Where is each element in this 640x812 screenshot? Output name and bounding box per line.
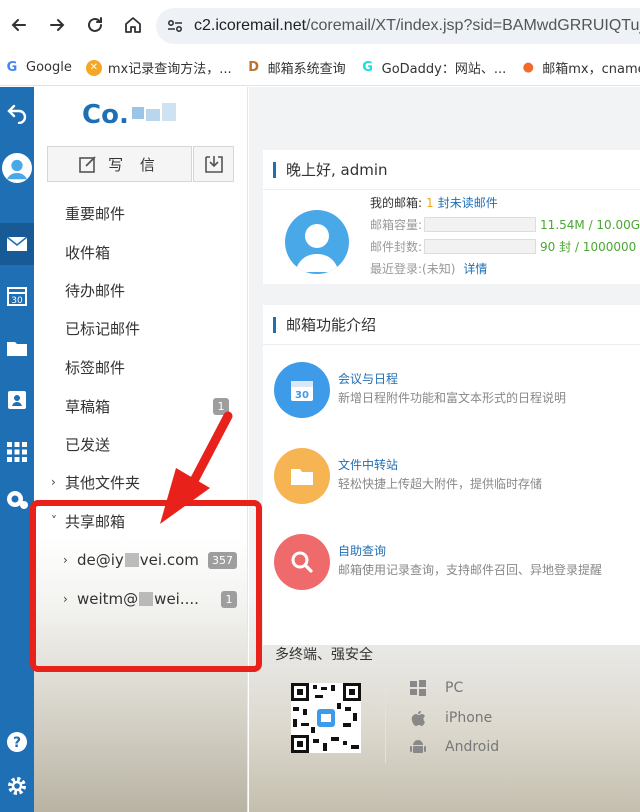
folder-drafts[interactable]: 草稿箱 1 bbox=[65, 391, 235, 421]
bookmarks-bar: G Google ✕ mx记录查询方法，... D 邮箱系统查询 G GoDad… bbox=[0, 50, 640, 86]
features-title: 邮箱功能介绍 bbox=[263, 305, 640, 345]
folder-sent[interactable]: 已发送 bbox=[65, 429, 235, 459]
rail-help[interactable]: ? bbox=[0, 721, 34, 763]
apple-icon bbox=[411, 711, 425, 726]
folder-important[interactable]: 重要邮件 bbox=[65, 198, 235, 228]
my-mailbox-line: 我的邮箱: 1 封未读邮件 bbox=[370, 194, 498, 211]
reload-icon bbox=[88, 17, 102, 32]
folder-icon bbox=[274, 448, 330, 504]
count-line: 邮件封数: 90 封 / 1000000 bbox=[370, 239, 637, 254]
last-login-line: 最近登录: (未知) 详情 bbox=[370, 260, 488, 277]
android-icon bbox=[410, 740, 426, 753]
back-button[interactable] bbox=[0, 6, 38, 44]
rail-back[interactable] bbox=[0, 91, 34, 133]
annotation-highlight-box bbox=[30, 500, 262, 672]
download-icon bbox=[204, 156, 223, 173]
count-bar bbox=[424, 239, 537, 254]
bookmark-mx[interactable]: ✕ mx记录查询方法，... bbox=[85, 58, 232, 77]
platform-pc[interactable]: PC bbox=[409, 679, 463, 697]
multi-terminal-title: 多终端、强安全 bbox=[275, 647, 373, 663]
folder-tags[interactable]: 标签邮件 bbox=[65, 352, 235, 382]
folder-todo[interactable]: 待办邮件 bbox=[65, 275, 235, 305]
platform-android[interactable]: Android bbox=[409, 738, 499, 756]
unread-count: 1 bbox=[426, 195, 434, 210]
rail-contacts[interactable] bbox=[0, 379, 34, 421]
svg-text:30: 30 bbox=[11, 296, 23, 306]
calendar-icon: 30 bbox=[274, 362, 330, 418]
feature-file-transfer[interactable]: 文件中转站 轻松快捷上传超大附件，提供临时存储 bbox=[274, 448, 624, 508]
chat-icon bbox=[7, 491, 28, 509]
calendar-icon: 30 bbox=[7, 287, 27, 306]
greeting-title: 晚上好, admin bbox=[263, 150, 640, 190]
google-icon: G bbox=[6, 60, 18, 75]
rail-calendar[interactable]: 30 bbox=[0, 275, 34, 317]
mail-icon bbox=[6, 236, 28, 251]
svg-text:30: 30 bbox=[295, 390, 309, 401]
rail-avatar[interactable] bbox=[0, 145, 34, 191]
windows-icon bbox=[410, 680, 426, 696]
divider bbox=[385, 677, 386, 763]
reload-button[interactable] bbox=[76, 6, 114, 44]
help-icon: ? bbox=[7, 732, 27, 752]
folder-flagged[interactable]: 已标记邮件 bbox=[65, 313, 235, 343]
rail-apps[interactable] bbox=[0, 431, 34, 473]
qr-code[interactable] bbox=[291, 683, 361, 753]
rail-settings[interactable] bbox=[0, 765, 34, 807]
address-bar[interactable]: c2.icoremail.net/coremail/XT/index.jsp?s… bbox=[156, 8, 640, 44]
user-avatar[interactable] bbox=[285, 210, 349, 274]
platform-iphone[interactable]: iPhone bbox=[409, 709, 492, 727]
svg-text:?: ? bbox=[13, 735, 21, 751]
main-content: 晚上好, admin 我的邮箱: 1 封未读邮件 邮箱容量: 11.54M / … bbox=[249, 87, 640, 812]
app-rail: 30 ? bbox=[0, 87, 34, 812]
browser-toolbar: c2.icoremail.net/coremail/XT/index.jsp?s… bbox=[0, 0, 640, 50]
capacity-bar bbox=[424, 217, 537, 232]
d-icon: D bbox=[248, 60, 259, 75]
capacity-value: 11.54M / 10.00G bbox=[540, 217, 640, 232]
bookmark-google[interactable]: G Google bbox=[4, 60, 72, 76]
home-icon bbox=[125, 17, 141, 33]
forward-arrow-icon bbox=[50, 19, 65, 31]
bookmark-mailsystem[interactable]: D 邮箱系统查询 bbox=[246, 58, 345, 77]
count-value: 90 封 / 1000000 bbox=[540, 240, 637, 254]
feature-self-query[interactable]: 自助查询 邮箱使用记录查询，支持邮件召回、异地登录提醒 bbox=[274, 534, 624, 594]
bookmark-mxcname[interactable]: ● 邮箱mx，cname bbox=[520, 58, 640, 77]
folder-other[interactable]: › 其他文件夹 bbox=[51, 467, 235, 497]
details-link[interactable]: 详情 bbox=[463, 260, 487, 277]
bookmark-godaddy[interactable]: G GoDaddy：网站、... bbox=[360, 58, 506, 77]
compose-button[interactable]: 写 信 bbox=[47, 146, 192, 182]
rail-mail[interactable] bbox=[0, 223, 34, 265]
folder-pane: Co. 写 信 重要邮件 收件箱 待办邮件 已标记邮件 标签邮件 草稿箱 1 已… bbox=[34, 87, 248, 812]
edit-icon bbox=[79, 156, 96, 173]
godaddy-icon: G bbox=[362, 60, 373, 75]
svg-text:Co.: Co. bbox=[82, 100, 129, 130]
rail-chat[interactable] bbox=[0, 479, 34, 521]
capacity-line: 邮箱容量: 11.54M / 10.00G bbox=[370, 217, 640, 232]
unread-link[interactable]: 封未读邮件 bbox=[438, 194, 498, 211]
address-url: c2.icoremail.net/coremail/XT/index.jsp?s… bbox=[194, 17, 640, 34]
gear-icon bbox=[8, 777, 26, 795]
avatar-icon bbox=[2, 153, 32, 183]
coremail-logo: Co. bbox=[82, 100, 176, 130]
chevron-right-icon: › bbox=[51, 475, 56, 489]
site-settings-icon[interactable] bbox=[166, 17, 184, 35]
folder-inbox[interactable]: 收件箱 bbox=[65, 237, 235, 267]
undo-icon bbox=[7, 104, 27, 124]
greeting-card: 晚上好, admin 我的邮箱: 1 封未读邮件 邮箱容量: 11.54M / … bbox=[263, 150, 640, 284]
apple-icon: ● bbox=[522, 60, 534, 75]
search-icon bbox=[274, 534, 330, 590]
folder-icon bbox=[7, 342, 27, 356]
home-button[interactable] bbox=[114, 6, 152, 44]
feature-calendar[interactable]: 30 会议与日程 新增日程附件功能和富文本形式的日程说明 bbox=[274, 362, 624, 422]
forward-button[interactable] bbox=[38, 6, 76, 44]
rail-folder[interactable] bbox=[0, 327, 34, 369]
apps-grid-icon bbox=[7, 442, 27, 462]
back-arrow-icon bbox=[11, 19, 26, 31]
mx-icon: ✕ bbox=[85, 59, 102, 76]
contacts-icon bbox=[8, 391, 26, 409]
receive-mail-button[interactable] bbox=[193, 146, 234, 182]
drafts-count-badge: 1 bbox=[213, 398, 229, 415]
user-icon bbox=[295, 224, 339, 272]
